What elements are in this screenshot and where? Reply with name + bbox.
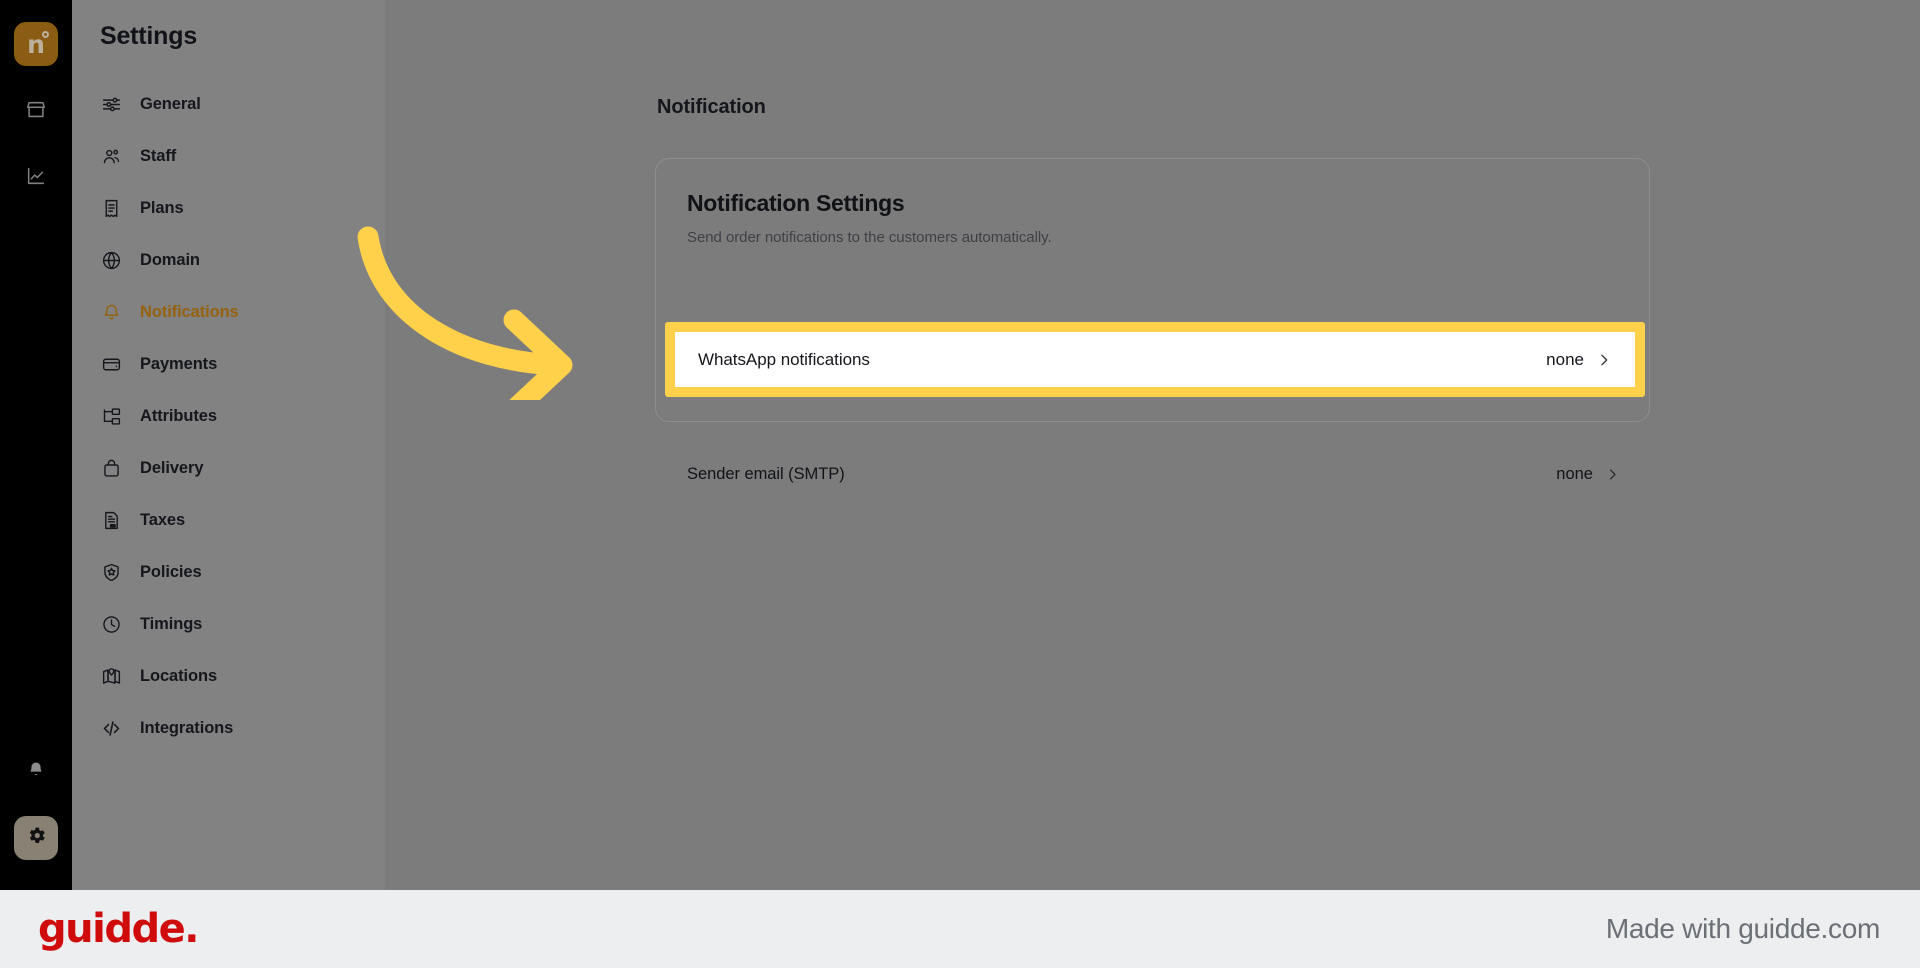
globe-icon bbox=[100, 249, 122, 271]
sidebar-item-payments[interactable]: Payments bbox=[72, 338, 385, 390]
rail-item-store[interactable] bbox=[14, 88, 58, 132]
chevron-right-icon bbox=[1596, 352, 1612, 368]
app-screen: n Settings General Staff Plans Domain No… bbox=[0, 0, 1920, 890]
clock-icon bbox=[100, 613, 122, 635]
settings-sidebar: Settings General Staff Plans Domain Noti… bbox=[72, 0, 385, 890]
gear-icon bbox=[26, 825, 47, 851]
sidebar-item-plans[interactable]: Plans bbox=[72, 182, 385, 234]
sidebar-item-label: Staff bbox=[140, 146, 177, 165]
setting-row-right: none bbox=[1546, 350, 1612, 370]
wallet-icon bbox=[100, 353, 122, 375]
sidebar-item-locations[interactable]: Locations bbox=[72, 650, 385, 702]
brand-logo[interactable]: n bbox=[14, 22, 58, 66]
rail-item-notifications[interactable] bbox=[14, 750, 58, 794]
sidebar-item-domain[interactable]: Domain bbox=[72, 234, 385, 286]
sidebar-item-taxes[interactable]: Taxes bbox=[72, 494, 385, 546]
sidebar-item-label: Integrations bbox=[140, 718, 234, 737]
users-icon bbox=[100, 145, 122, 167]
sidebar-item-label: Domain bbox=[140, 250, 200, 269]
sidebar-item-notifications[interactable]: Notifications bbox=[72, 286, 385, 338]
guidde-footer: guidde. Made with guidde.com bbox=[0, 890, 1920, 968]
sidebar-item-label: Timings bbox=[140, 614, 203, 633]
tax-document-icon bbox=[100, 509, 122, 531]
card-title: Notification Settings bbox=[687, 190, 905, 216]
analytics-icon bbox=[25, 165, 47, 187]
sidebar-item-label: Delivery bbox=[140, 458, 204, 477]
hierarchy-icon bbox=[100, 405, 122, 427]
content-heading: Notification bbox=[657, 96, 766, 118]
app-icon-rail: n bbox=[0, 0, 72, 890]
sidebar-item-label: Notifications bbox=[140, 302, 239, 321]
screenshot-root: n Settings General Staff Plans Domain No… bbox=[0, 0, 1920, 968]
guidde-logo: guidde. bbox=[38, 906, 199, 952]
settings-nav-list: General Staff Plans Domain Notifications… bbox=[72, 78, 385, 754]
sidebar-item-label: General bbox=[140, 94, 201, 113]
brand-logo-dot bbox=[42, 31, 49, 38]
setting-row-label: WhatsApp notifications bbox=[698, 349, 870, 369]
map-icon bbox=[100, 665, 122, 687]
bell-icon bbox=[26, 760, 46, 785]
code-icon bbox=[100, 717, 122, 739]
sidebar-item-delivery[interactable]: Delivery bbox=[72, 442, 385, 494]
sidebar-item-policies[interactable]: Policies bbox=[72, 546, 385, 598]
sidebar-item-label: Plans bbox=[140, 198, 184, 217]
card-subtitle: Send order notifications to the customer… bbox=[687, 229, 1052, 246]
setting-row-value: none bbox=[1556, 464, 1593, 483]
page-title: Settings bbox=[100, 22, 198, 50]
store-icon bbox=[25, 99, 47, 121]
sidebar-item-general[interactable]: General bbox=[72, 78, 385, 130]
highlight-box: WhatsApp notifications none bbox=[665, 322, 1645, 397]
sidebar-item-label: Payments bbox=[140, 354, 218, 373]
sliders-icon bbox=[100, 93, 122, 115]
sidebar-item-label: Taxes bbox=[140, 510, 186, 529]
rail-item-settings[interactable] bbox=[14, 816, 58, 860]
sidebar-item-label: Locations bbox=[140, 666, 218, 685]
chevron-right-icon bbox=[1605, 467, 1620, 482]
sidebar-item-timings[interactable]: Timings bbox=[72, 598, 385, 650]
sidebar-item-attributes[interactable]: Attributes bbox=[72, 390, 385, 442]
receipt-icon bbox=[100, 197, 122, 219]
made-with-guidde-text: Made with guidde.com bbox=[1605, 913, 1880, 944]
sidebar-item-integrations[interactable]: Integrations bbox=[72, 702, 385, 754]
sidebar-item-label: Policies bbox=[140, 562, 202, 581]
bag-icon bbox=[100, 457, 122, 479]
setting-row-right: none bbox=[1556, 465, 1620, 484]
sidebar-item-label: Attributes bbox=[140, 406, 217, 425]
setting-row-whatsapp-notifications[interactable]: WhatsApp notifications none bbox=[675, 332, 1635, 387]
setting-row-sender-email[interactable]: Sender email (SMTP) none bbox=[687, 461, 1620, 487]
shield-icon bbox=[100, 561, 122, 583]
setting-row-value: none bbox=[1546, 349, 1584, 369]
rail-item-analytics[interactable] bbox=[14, 154, 58, 198]
sidebar-item-staff[interactable]: Staff bbox=[72, 130, 385, 182]
setting-row-label: Sender email (SMTP) bbox=[687, 464, 845, 483]
main-content: Notification Notification Settings Send … bbox=[385, 0, 1920, 890]
bell-icon bbox=[100, 301, 122, 323]
